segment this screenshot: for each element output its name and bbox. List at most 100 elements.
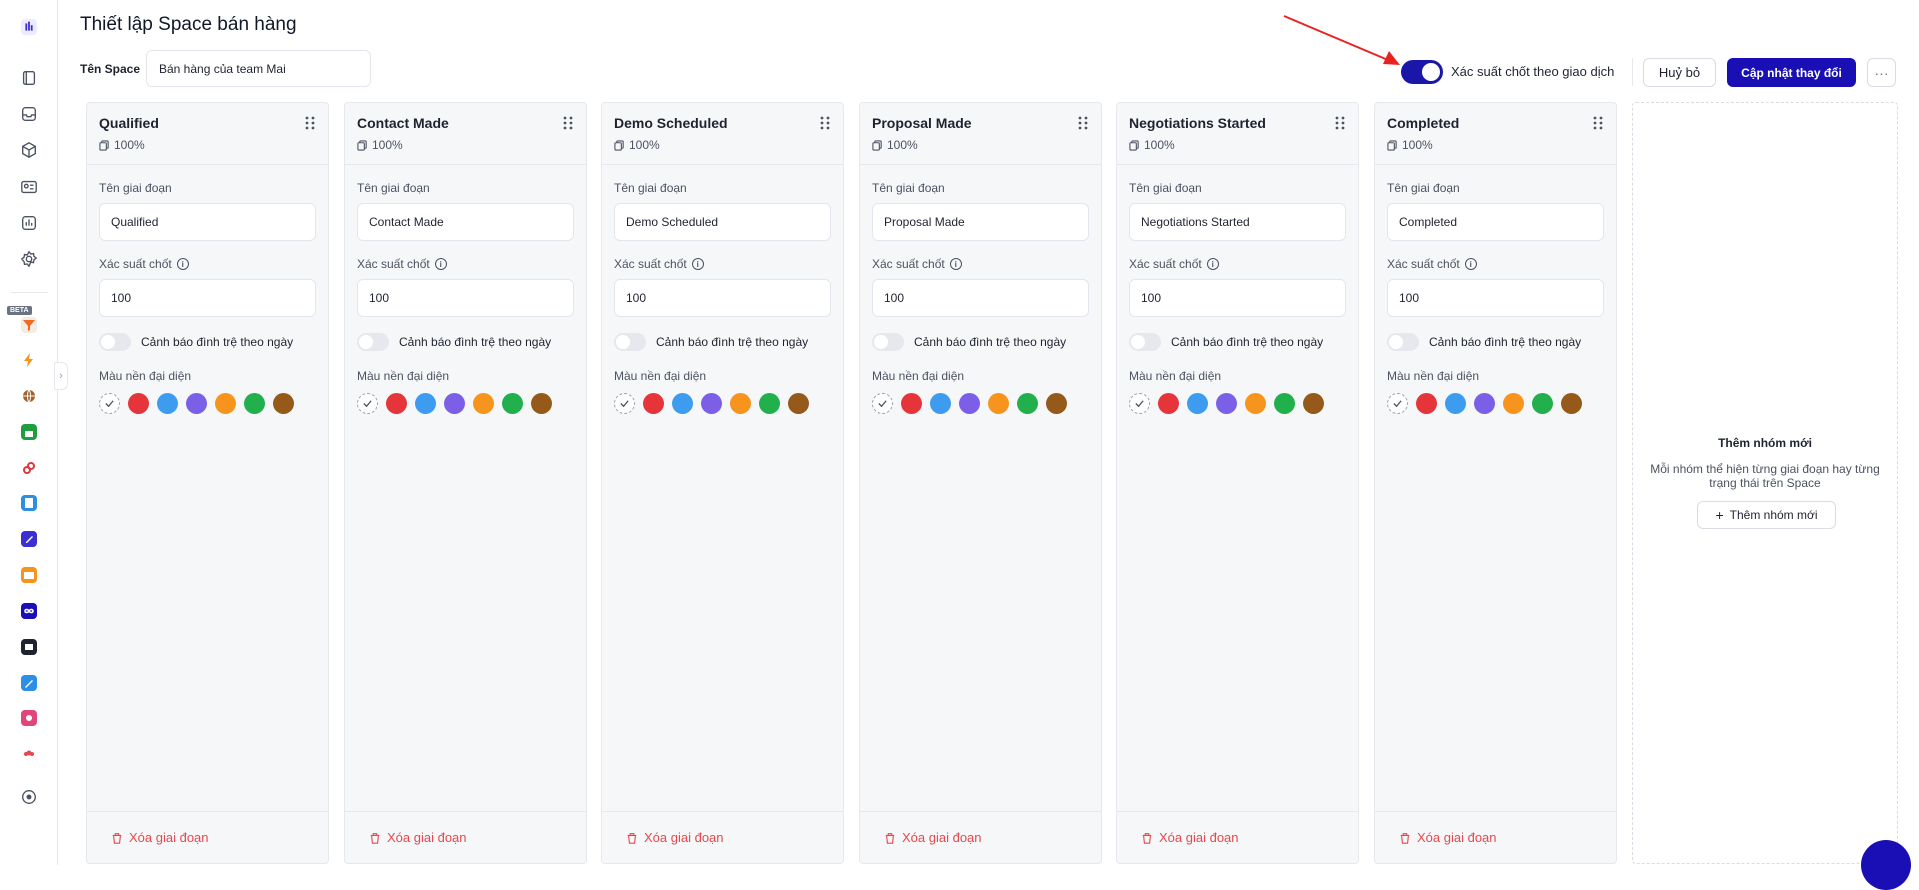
color-swatch[interactable]	[444, 393, 465, 414]
info-icon[interactable]: i	[176, 258, 189, 270]
funnel-app-icon[interactable]	[21, 317, 37, 333]
deal-probability-toggle[interactable]	[1401, 60, 1443, 84]
color-swatch[interactable]	[1216, 393, 1237, 414]
infinity-app-icon[interactable]	[21, 603, 37, 619]
color-swatch[interactable]	[244, 393, 265, 414]
document-app-icon[interactable]	[21, 495, 37, 511]
color-swatch[interactable]	[1274, 393, 1295, 414]
pen-app-icon[interactable]	[21, 675, 37, 691]
info-icon[interactable]: i	[949, 258, 962, 270]
color-swatch[interactable]	[701, 393, 722, 414]
stage-name-input[interactable]: Negotiations Started	[1129, 203, 1346, 241]
probability-input[interactable]: 100	[99, 279, 316, 317]
color-swatch[interactable]	[988, 393, 1009, 414]
add-circle-icon[interactable]	[19, 787, 39, 807]
color-swatch[interactable]	[643, 393, 664, 414]
stale-warning-toggle[interactable]	[357, 333, 389, 351]
color-swatch[interactable]	[759, 393, 780, 414]
color-swatch[interactable]	[1187, 393, 1208, 414]
info-icon[interactable]: i	[1206, 258, 1219, 270]
info-icon[interactable]: i	[691, 258, 704, 270]
color-swatch[interactable]	[473, 393, 494, 414]
team-app-icon[interactable]	[21, 746, 37, 762]
more-options-button[interactable]: ···	[1867, 58, 1896, 87]
chat-launcher-button[interactable]	[1861, 840, 1911, 890]
box-icon[interactable]	[19, 140, 39, 160]
color-swatch[interactable]	[1532, 393, 1553, 414]
contact-card-icon[interactable]	[19, 177, 39, 197]
color-swatch[interactable]	[215, 393, 236, 414]
space-name-input[interactable]: Bán hàng của team Mai	[146, 50, 371, 87]
stale-warning-toggle[interactable]	[1129, 333, 1161, 351]
color-swatch[interactable]	[273, 393, 294, 414]
drag-handle-icon[interactable]	[1592, 115, 1604, 131]
workspace-logo-icon[interactable]	[19, 17, 39, 37]
color-swatch[interactable]	[788, 393, 809, 414]
delete-stage-button[interactable]: Xóa giai đoạn	[1375, 811, 1616, 863]
color-swatch[interactable]	[1474, 393, 1495, 414]
info-icon[interactable]: i	[1464, 258, 1477, 270]
color-swatch[interactable]	[901, 393, 922, 414]
drag-handle-icon[interactable]	[819, 115, 831, 131]
color-swatch[interactable]	[730, 393, 751, 414]
stale-warning-toggle[interactable]	[1387, 333, 1419, 351]
color-swatch[interactable]	[1416, 393, 1437, 414]
stage-name-input[interactable]: Contact Made	[357, 203, 574, 241]
color-swatch[interactable]	[1445, 393, 1466, 414]
delete-stage-button[interactable]: Xóa giai đoạn	[602, 811, 843, 863]
delete-stage-button[interactable]: Xóa giai đoạn	[345, 811, 586, 863]
color-swatch[interactable]	[930, 393, 951, 414]
drag-handle-icon[interactable]	[304, 115, 316, 131]
no-color-swatch[interactable]	[1129, 393, 1150, 414]
color-swatch[interactable]	[672, 393, 693, 414]
color-swatch[interactable]	[1046, 393, 1067, 414]
color-swatch[interactable]	[959, 393, 980, 414]
color-swatch[interactable]	[1158, 393, 1179, 414]
stage-name-input[interactable]: Demo Scheduled	[614, 203, 831, 241]
color-swatch[interactable]	[157, 393, 178, 414]
color-swatch[interactable]	[1561, 393, 1582, 414]
terminal-app-icon[interactable]	[21, 639, 37, 655]
color-swatch[interactable]	[1017, 393, 1038, 414]
delete-stage-button[interactable]: Xóa giai đoạn	[860, 811, 1101, 863]
edit-app-icon[interactable]	[21, 531, 37, 547]
drag-handle-icon[interactable]	[1334, 115, 1346, 131]
target-app-icon[interactable]	[21, 710, 37, 726]
report-chart-icon[interactable]	[19, 213, 39, 233]
color-swatch[interactable]	[502, 393, 523, 414]
drag-handle-icon[interactable]	[1077, 115, 1089, 131]
settings-gear-icon[interactable]	[19, 249, 39, 269]
color-swatch[interactable]	[1303, 393, 1324, 414]
store-app-icon[interactable]	[21, 424, 37, 440]
delete-stage-button[interactable]: Xóa giai đoạn	[87, 811, 328, 863]
no-color-swatch[interactable]	[357, 393, 378, 414]
probability-input[interactable]: 100	[614, 279, 831, 317]
color-swatch[interactable]	[186, 393, 207, 414]
stage-name-input[interactable]: Completed	[1387, 203, 1604, 241]
color-swatch[interactable]	[1245, 393, 1266, 414]
stale-warning-toggle[interactable]	[614, 333, 646, 351]
add-group-button[interactable]: + Thêm nhóm mới	[1697, 501, 1836, 529]
color-swatch[interactable]	[531, 393, 552, 414]
inbox-icon[interactable]	[19, 104, 39, 124]
color-swatch[interactable]	[386, 393, 407, 414]
probability-input[interactable]: 100	[1129, 279, 1346, 317]
update-changes-button[interactable]: Cập nhật thay đổi	[1727, 58, 1856, 87]
color-swatch[interactable]	[415, 393, 436, 414]
info-icon[interactable]: i	[434, 258, 447, 270]
probability-input[interactable]: 100	[357, 279, 574, 317]
no-color-swatch[interactable]	[614, 393, 635, 414]
probability-input[interactable]: 100	[872, 279, 1089, 317]
no-color-swatch[interactable]	[1387, 393, 1408, 414]
stage-name-input[interactable]: Qualified	[99, 203, 316, 241]
cancel-button[interactable]: Huỷ bỏ	[1643, 58, 1716, 87]
color-swatch[interactable]	[128, 393, 149, 414]
link-app-icon[interactable]	[21, 460, 37, 476]
drag-handle-icon[interactable]	[562, 115, 574, 131]
lightning-app-icon[interactable]	[21, 352, 37, 368]
no-color-swatch[interactable]	[872, 393, 893, 414]
color-swatch[interactable]	[1503, 393, 1524, 414]
probability-input[interactable]: 100	[1387, 279, 1604, 317]
globe-app-icon[interactable]	[21, 388, 37, 404]
book-icon[interactable]	[19, 68, 39, 88]
